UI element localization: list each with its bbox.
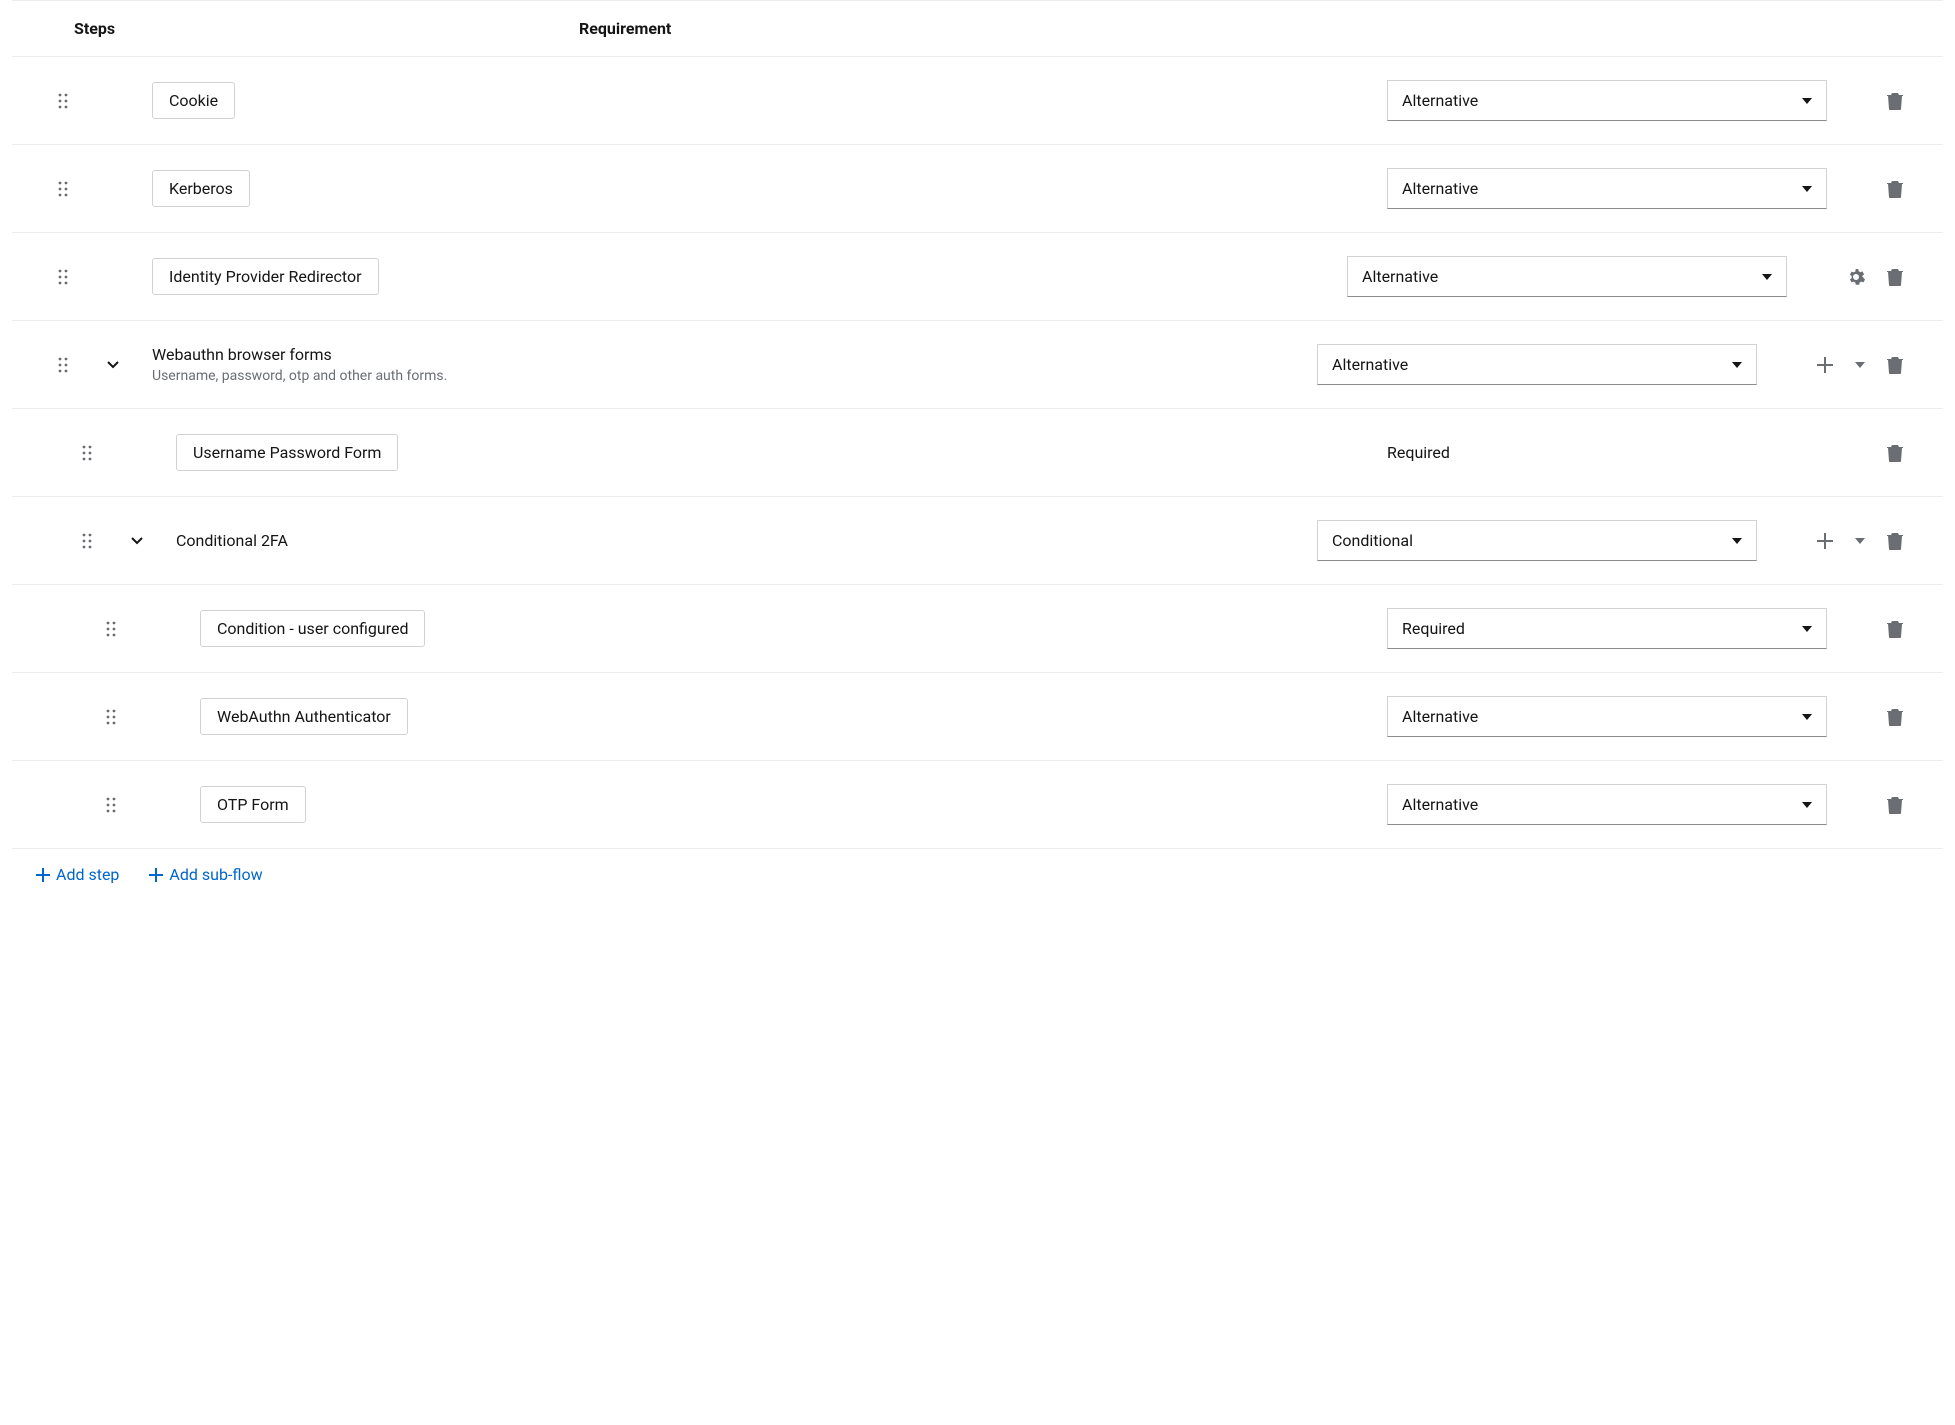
drag-handle-icon[interactable] (106, 621, 116, 637)
requirement-select[interactable]: Required (1387, 608, 1827, 649)
add-subflow-button[interactable]: Add sub-flow (149, 865, 262, 884)
step-label: Kerberos (152, 170, 250, 207)
subflow-description: Username, password, otp and other auth f… (152, 368, 447, 384)
header-requirement: Requirement (579, 19, 671, 38)
table-row: Condition - user configured Required (12, 585, 1943, 673)
plus-icon[interactable] (1817, 357, 1833, 373)
subflow-title: Conditional 2FA (176, 531, 288, 550)
add-subflow-label: Add sub-flow (169, 865, 262, 884)
trash-icon[interactable] (1887, 796, 1903, 814)
step-label: WebAuthn Authenticator (200, 698, 408, 735)
trash-icon[interactable] (1887, 620, 1903, 638)
caret-down-icon (1802, 626, 1812, 632)
requirement-select[interactable]: Alternative (1387, 784, 1827, 825)
requirement-value: Alternative (1402, 91, 1478, 110)
caret-down-icon (1802, 714, 1812, 720)
requirement-value: Required (1387, 433, 1827, 472)
requirement-value: Alternative (1332, 355, 1408, 374)
caret-down-icon (1802, 802, 1812, 808)
add-step-label: Add step (56, 865, 119, 884)
drag-handle-icon[interactable] (106, 797, 116, 813)
requirement-value: Conditional (1332, 531, 1413, 550)
header-steps: Steps (74, 19, 579, 38)
table-row: Conditional 2FA Conditional (12, 497, 1943, 585)
requirement-value: Required (1402, 619, 1465, 638)
auth-flow-table: Steps Requirement Cookie Alternative (12, 0, 1943, 900)
caret-down-icon (1732, 538, 1742, 544)
table-row: Kerberos Alternative (12, 145, 1943, 233)
subflow-title: Webauthn browser forms (152, 345, 447, 364)
requirement-select[interactable]: Alternative (1347, 256, 1787, 297)
trash-icon[interactable] (1887, 708, 1903, 726)
requirement-value: Alternative (1402, 179, 1478, 198)
plus-icon[interactable] (1817, 533, 1833, 549)
drag-handle-icon[interactable] (82, 445, 92, 461)
table-row: Username Password Form Required (12, 409, 1943, 497)
trash-icon[interactable] (1887, 444, 1903, 462)
step-label: Condition - user configured (200, 610, 425, 647)
table-row: Cookie Alternative (12, 57, 1943, 145)
step-label: Identity Provider Redirector (152, 258, 379, 295)
drag-handle-icon[interactable] (58, 93, 68, 109)
step-label: Username Password Form (176, 434, 398, 471)
caret-down-icon (1762, 274, 1772, 280)
requirement-value: Alternative (1402, 795, 1478, 814)
table-row: Webauthn browser forms Username, passwor… (12, 321, 1943, 409)
drag-handle-icon[interactable] (82, 533, 92, 549)
table-header: Steps Requirement (12, 0, 1943, 57)
step-label: Cookie (152, 82, 235, 119)
table-row: Identity Provider Redirector Alternative (12, 233, 1943, 321)
requirement-value: Alternative (1402, 707, 1478, 726)
drag-handle-icon[interactable] (58, 181, 68, 197)
trash-icon[interactable] (1887, 356, 1903, 374)
caret-down-icon (1732, 362, 1742, 368)
trash-icon[interactable] (1887, 180, 1903, 198)
requirement-select[interactable]: Alternative (1387, 80, 1827, 121)
plus-icon (149, 868, 163, 882)
footer-actions: Add step Add sub-flow (12, 849, 1943, 900)
requirement-select[interactable]: Alternative (1387, 696, 1827, 737)
table-row: WebAuthn Authenticator Alternative (12, 673, 1943, 761)
requirement-select[interactable]: Alternative (1317, 344, 1757, 385)
trash-icon[interactable] (1887, 268, 1903, 286)
caret-down-icon (1802, 98, 1812, 104)
table-row: OTP Form Alternative (12, 761, 1943, 849)
caret-down-icon (1802, 186, 1812, 192)
add-step-button[interactable]: Add step (36, 865, 119, 884)
drag-handle-icon[interactable] (106, 709, 116, 725)
step-label: OTP Form (200, 786, 306, 823)
trash-icon[interactable] (1887, 532, 1903, 550)
requirement-value: Alternative (1362, 267, 1438, 286)
trash-icon[interactable] (1887, 92, 1903, 110)
caret-down-icon[interactable] (1855, 362, 1865, 368)
drag-handle-icon[interactable] (58, 269, 68, 285)
chevron-down-icon[interactable] (107, 361, 119, 369)
gear-icon[interactable] (1847, 268, 1865, 286)
requirement-select[interactable]: Alternative (1387, 168, 1827, 209)
drag-handle-icon[interactable] (58, 357, 68, 373)
requirement-select[interactable]: Conditional (1317, 520, 1757, 561)
caret-down-icon[interactable] (1855, 538, 1865, 544)
plus-icon (36, 868, 50, 882)
chevron-down-icon[interactable] (131, 537, 143, 545)
